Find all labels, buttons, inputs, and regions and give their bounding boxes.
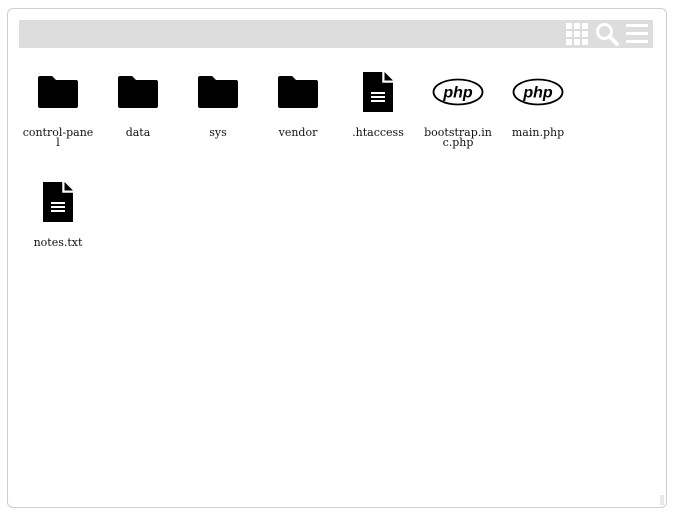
file-item-bootstrap-inc-php[interactable]: php bootstrap.inc.php xyxy=(418,67,498,167)
toolbar xyxy=(19,20,653,48)
file-item-sys[interactable]: sys xyxy=(178,67,258,167)
php-icon: php xyxy=(432,78,484,106)
document-icon xyxy=(43,182,73,222)
svg-text:php: php xyxy=(442,85,473,102)
file-item-control-panel[interactable]: control-panel xyxy=(18,67,98,167)
file-name: control-panel xyxy=(22,126,94,149)
file-name: bootstrap.inc.php xyxy=(424,126,492,149)
file-name: data xyxy=(125,126,151,139)
document-icon xyxy=(363,72,393,112)
file-browser-window: control-panel data sys vendor .htaccess … xyxy=(7,8,667,508)
grid-view-button[interactable] xyxy=(565,22,589,46)
folder-icon xyxy=(118,76,158,108)
file-name: .htaccess xyxy=(352,126,404,139)
folder-icon xyxy=(198,76,238,108)
file-name: sys xyxy=(209,126,227,139)
file-item-main-php[interactable]: php main.php xyxy=(498,67,578,167)
grid-view-icon xyxy=(566,23,588,45)
file-item-data[interactable]: data xyxy=(98,67,178,167)
folder-icon xyxy=(278,76,318,108)
file-item-htaccess[interactable]: .htaccess xyxy=(338,67,418,167)
php-icon: php xyxy=(512,78,564,106)
folder-icon xyxy=(38,76,78,108)
file-name: main.php xyxy=(511,126,565,139)
search-icon xyxy=(596,23,619,46)
file-name: vendor xyxy=(278,126,318,139)
svg-text:php: php xyxy=(522,85,553,102)
file-item-vendor[interactable]: vendor xyxy=(258,67,338,167)
menu-button[interactable] xyxy=(625,22,649,46)
file-name: notes.txt xyxy=(33,236,83,249)
search-button[interactable] xyxy=(595,22,619,46)
menu-icon xyxy=(626,24,648,43)
file-item-notes-txt[interactable]: notes.txt xyxy=(18,177,98,277)
resize-grip[interactable] xyxy=(660,495,664,505)
